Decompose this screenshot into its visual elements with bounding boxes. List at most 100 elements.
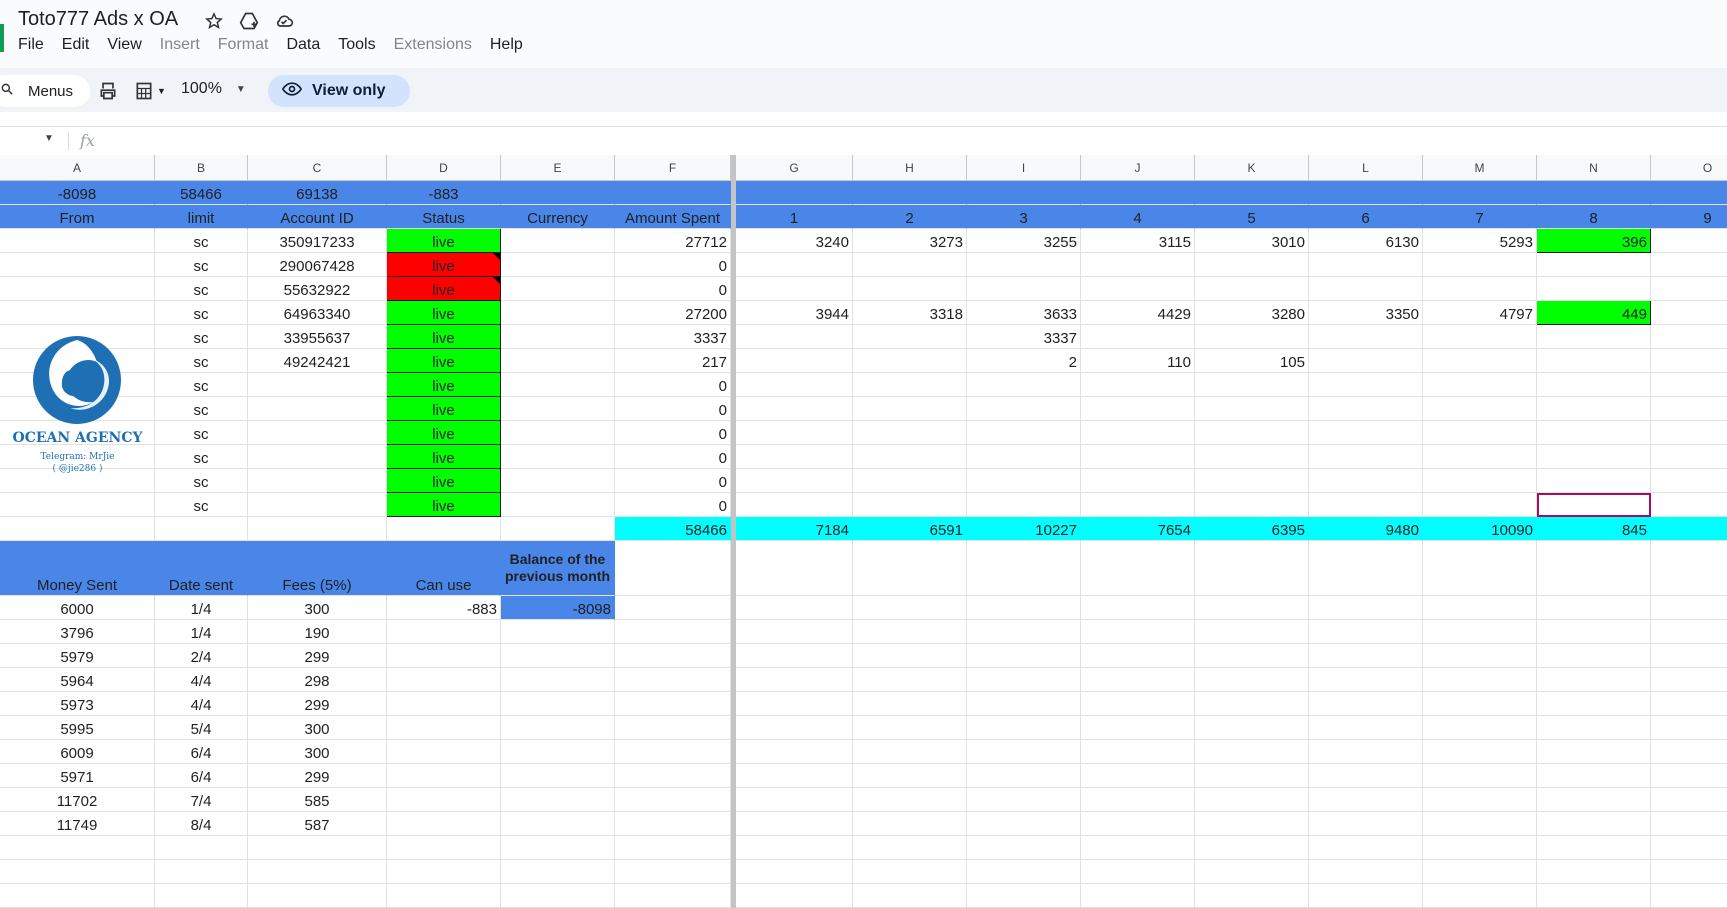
status-cell[interactable]: live [387, 325, 501, 349]
day-spend-cell[interactable] [1309, 277, 1423, 301]
payment-cell[interactable] [1537, 692, 1651, 716]
amount-spent-cell[interactable]: 27712 [615, 229, 731, 253]
payment-cell[interactable] [387, 716, 501, 740]
payment-cell[interactable] [853, 644, 967, 668]
payment-cell[interactable] [853, 692, 967, 716]
from-cell[interactable] [0, 229, 155, 253]
day-spend-cell[interactable] [1423, 493, 1537, 517]
menu-help[interactable]: Help [490, 36, 523, 54]
payment-cell[interactable] [501, 764, 615, 788]
day-spend-cell[interactable] [1423, 445, 1537, 469]
payment-cell[interactable] [1423, 812, 1537, 836]
empty-cell[interactable] [1309, 860, 1423, 884]
empty-cell[interactable] [1651, 836, 1727, 860]
payment-cell[interactable]: -883 [387, 596, 501, 620]
day-spend-cell[interactable] [736, 349, 853, 373]
day-spend-cell[interactable] [1309, 349, 1423, 373]
column-header-l[interactable]: L [1309, 155, 1423, 181]
payment-cell[interactable]: 6/4 [155, 764, 248, 788]
payment-cell[interactable] [1537, 788, 1651, 812]
summary-cell[interactable] [853, 181, 967, 205]
status-cell[interactable]: live [387, 349, 501, 373]
payment-cell[interactable] [967, 596, 1081, 620]
payment-cell[interactable] [853, 716, 967, 740]
day-spend-cell[interactable] [1423, 397, 1537, 421]
currency-cell[interactable] [501, 325, 615, 349]
payment-cell[interactable] [1537, 764, 1651, 788]
day-spend-cell[interactable] [967, 277, 1081, 301]
amount-spent-cell[interactable]: 0 [615, 277, 731, 301]
zoom-select[interactable]: 100% ▼ [181, 80, 246, 98]
day-spend-cell[interactable] [853, 373, 967, 397]
day-spend-cell[interactable]: 5293 [1423, 229, 1537, 253]
empty-cell[interactable] [1195, 836, 1309, 860]
summary-cell[interactable] [1537, 181, 1651, 205]
day-spend-cell[interactable] [1537, 349, 1651, 373]
account-id-cell[interactable] [248, 445, 387, 469]
column-header-m[interactable]: M [1423, 155, 1537, 181]
empty-cell[interactable] [1309, 836, 1423, 860]
column-header-f[interactable]: F [615, 155, 731, 181]
sheets-logo-icon[interactable] [0, 24, 4, 52]
payment-cell[interactable] [1309, 620, 1423, 644]
day-spend-cell[interactable] [1651, 445, 1727, 469]
day-spend-cell[interactable] [736, 325, 853, 349]
day-spend-cell[interactable] [1423, 277, 1537, 301]
payment-cell[interactable] [387, 788, 501, 812]
payment-cell[interactable] [615, 812, 731, 836]
account-id-cell[interactable] [248, 421, 387, 445]
payments-header-cell[interactable] [1651, 541, 1727, 596]
account-id-cell[interactable]: 33955637 [248, 325, 387, 349]
payment-cell[interactable]: 6009 [0, 740, 155, 764]
payment-cell[interactable] [1309, 740, 1423, 764]
limit-cell[interactable]: sc [155, 349, 248, 373]
limit-cell[interactable]: sc [155, 301, 248, 325]
payment-cell[interactable] [736, 620, 853, 644]
payment-cell[interactable] [1423, 644, 1537, 668]
day-spend-cell[interactable] [1651, 349, 1727, 373]
payment-cell[interactable] [1651, 788, 1727, 812]
limit-cell[interactable]: sc [155, 277, 248, 301]
day-spend-cell[interactable] [1195, 445, 1309, 469]
status-cell[interactable]: live [387, 469, 501, 493]
payment-cell[interactable] [1651, 764, 1727, 788]
empty-cell[interactable] [501, 884, 615, 908]
payment-cell[interactable] [387, 668, 501, 692]
from-cell[interactable] [0, 301, 155, 325]
day-spend-cell[interactable] [1651, 229, 1727, 253]
payments-header-cell[interactable]: Fees (5%) [248, 541, 387, 596]
header-cell[interactable]: limit [155, 205, 248, 229]
payments-header-cell[interactable] [1081, 541, 1195, 596]
empty-cell[interactable] [387, 860, 501, 884]
total-cell[interactable]: 6591 [853, 517, 967, 541]
status-cell[interactable]: live [387, 229, 501, 253]
day-spend-cell[interactable] [1651, 301, 1727, 325]
column-header-a[interactable]: A [0, 155, 155, 181]
limit-cell[interactable]: sc [155, 253, 248, 277]
day-spend-cell[interactable] [853, 277, 967, 301]
summary-cell[interactable] [615, 181, 731, 205]
payment-cell[interactable]: 1/4 [155, 620, 248, 644]
payment-cell[interactable]: 4/4 [155, 692, 248, 716]
payment-cell[interactable] [736, 668, 853, 692]
day-spend-cell[interactable] [853, 349, 967, 373]
payment-cell[interactable] [615, 692, 731, 716]
day-spend-cell[interactable] [1423, 253, 1537, 277]
status-cell[interactable]: live [387, 301, 501, 325]
empty-cell[interactable] [155, 836, 248, 860]
payment-cell[interactable] [501, 788, 615, 812]
payment-cell[interactable] [736, 716, 853, 740]
payment-cell[interactable] [1537, 644, 1651, 668]
payment-cell[interactable] [387, 692, 501, 716]
payment-cell[interactable]: -8098 [501, 596, 615, 620]
header-cell[interactable]: 2 [853, 205, 967, 229]
currency-cell[interactable] [501, 253, 615, 277]
day-spend-cell[interactable] [1537, 397, 1651, 421]
day-spend-cell[interactable] [1651, 493, 1727, 517]
payment-cell[interactable]: 5995 [0, 716, 155, 740]
payments-header-cell[interactable] [1195, 541, 1309, 596]
summary-cell[interactable] [1195, 181, 1309, 205]
cell[interactable] [0, 517, 155, 541]
payment-cell[interactable] [501, 692, 615, 716]
payment-cell[interactable] [1309, 668, 1423, 692]
